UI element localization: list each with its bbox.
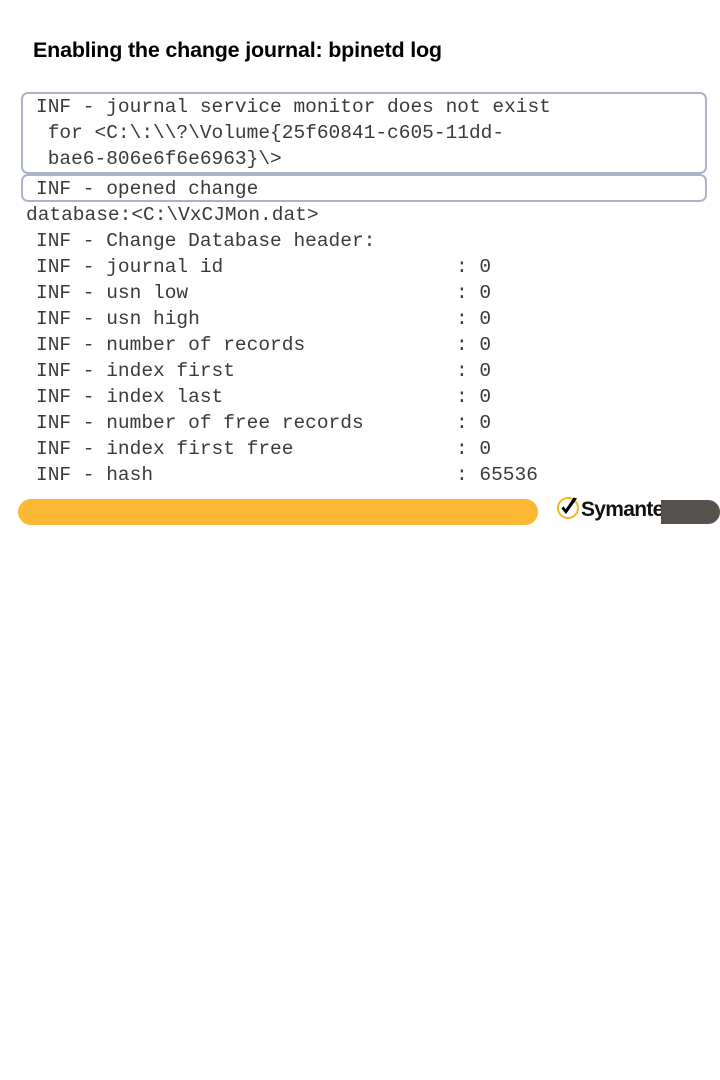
log-line-7: INF - index last bbox=[36, 386, 224, 408]
log-line-2: INF - journal id bbox=[36, 256, 224, 278]
log-line-6: INF - index first bbox=[36, 360, 235, 382]
page-title: Enabling the change journal: bpinetd log bbox=[33, 38, 442, 62]
log-value-10: : 65536 bbox=[456, 464, 538, 486]
log-output: INF - journal service monitor does not e… bbox=[0, 92, 720, 1080]
log-value-5: : 0 bbox=[456, 334, 492, 356]
symantec-logo: Symantec. bbox=[556, 494, 679, 524]
log-value-6: : 0 bbox=[456, 360, 492, 382]
log-line-5: INF - number of records bbox=[36, 334, 306, 356]
footer-accent-bar bbox=[18, 499, 538, 525]
log-value-3: : 0 bbox=[456, 282, 492, 304]
log-line-3: INF - usn low bbox=[36, 282, 189, 304]
log-value-4: : 0 bbox=[456, 308, 492, 330]
footer-tab-shape bbox=[661, 500, 720, 524]
log-line-callout1-2: for <C:\:\\?\Volume{25f60841-c605-11dd- bbox=[36, 122, 505, 144]
log-value-9: : 0 bbox=[456, 438, 492, 460]
log-line-8: INF - number of free records bbox=[36, 412, 364, 434]
log-value-2: : 0 bbox=[456, 256, 492, 278]
symantec-checkmark-icon bbox=[556, 496, 582, 522]
log-line-0: database:<C:\VxCJMon.dat> bbox=[26, 204, 319, 226]
log-line-10: INF - hash bbox=[36, 464, 154, 486]
log-line-callout1-3: bae6-806e6f6e6963}\> bbox=[36, 148, 282, 170]
slide: Enabling the change journal: bpinetd log… bbox=[0, 0, 720, 540]
log-line-callout2-1: INF - opened change bbox=[36, 178, 259, 200]
log-value-8: : 0 bbox=[456, 412, 492, 434]
log-line-4: INF - usn high bbox=[36, 308, 200, 330]
log-line-1: INF - Change Database header: bbox=[36, 230, 376, 252]
log-line-9: INF - index first free bbox=[36, 438, 294, 460]
log-line-callout1-1: INF - journal service monitor does not e… bbox=[36, 96, 551, 118]
log-value-7: : 0 bbox=[456, 386, 492, 408]
